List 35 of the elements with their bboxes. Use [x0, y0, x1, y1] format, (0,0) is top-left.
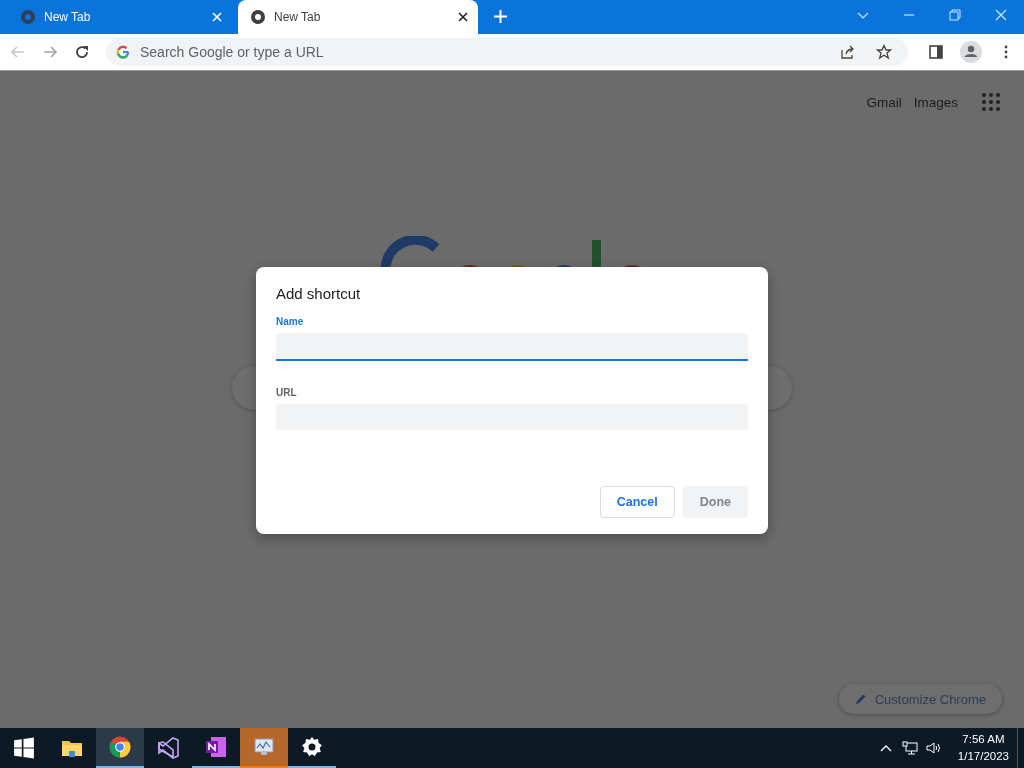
share-icon[interactable]	[840, 44, 856, 60]
header-link[interactable]: Images	[913, 94, 958, 110]
browser-tab[interactable]: New Tab	[8, 0, 232, 34]
pencil-icon	[854, 693, 867, 705]
clock-date[interactable]: 1/17/2023	[957, 748, 1009, 765]
search-engine-icon	[116, 45, 130, 59]
close-icon[interactable]	[995, 9, 1007, 21]
field-label: URL	[276, 387, 297, 398]
notebook-icon	[205, 736, 227, 758]
dialog-button[interactable]: Cancel	[599, 486, 675, 518]
reload-icon[interactable]	[74, 44, 90, 60]
browser-logo-icon	[250, 9, 266, 25]
field-label: Name	[276, 316, 304, 327]
speaker-icon[interactable]	[925, 741, 942, 755]
side-panel-icon[interactable]	[928, 44, 944, 60]
taskbar-app[interactable]	[96, 728, 144, 768]
header-link[interactable]: Gmail	[866, 94, 902, 110]
apps-grid-icon[interactable]	[982, 93, 1000, 111]
monitor-chart-icon	[253, 736, 275, 758]
settings-icon	[301, 736, 323, 758]
input-field[interactable]	[276, 333, 748, 361]
browser-tab[interactable]: New Tab	[238, 0, 478, 34]
close-tab-icon[interactable]	[458, 12, 468, 22]
browser-logo-icon	[109, 736, 131, 758]
star-icon[interactable]	[876, 44, 892, 60]
clock-time[interactable]: 7:56 AM	[962, 731, 1005, 748]
ribbon-logo-icon	[157, 737, 179, 759]
browser-logo-icon	[20, 9, 36, 25]
new-tab-icon[interactable]	[494, 10, 507, 23]
dialog-title: Add shortcut	[276, 285, 362, 302]
network-icon[interactable]	[901, 741, 918, 755]
profile-icon[interactable]	[960, 41, 982, 63]
restore-icon[interactable]	[949, 9, 961, 21]
windows-start-icon	[13, 737, 35, 759]
address-bar[interactable]: Search Google or type a URL	[106, 38, 908, 66]
